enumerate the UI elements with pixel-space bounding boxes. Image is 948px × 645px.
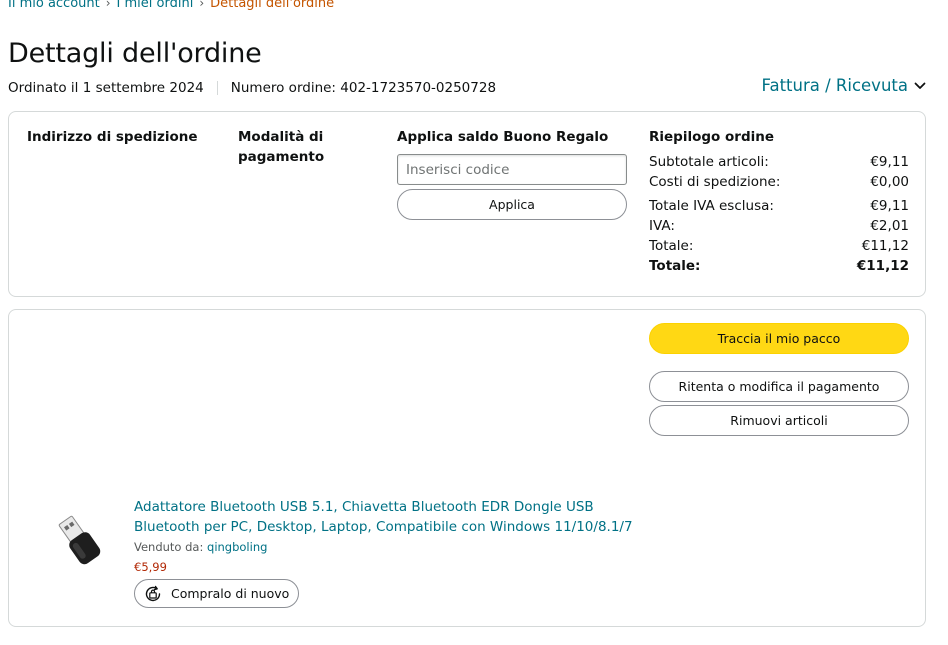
summary-value: €0,00 <box>870 174 909 190</box>
payment-method-heading: Modalità di pagamento <box>238 129 325 165</box>
summary-label: Costi di spedizione: <box>649 174 781 190</box>
order-meta: Ordinato il 1 settembre 2024 Numero ordi… <box>8 80 496 96</box>
item-price: €5,99 <box>134 560 167 574</box>
summary-label: IVA: <box>649 218 675 234</box>
gift-card-code-input[interactable] <box>397 154 627 185</box>
order-summary-heading: Riepilogo ordine <box>649 129 775 145</box>
usb-dongle-icon[interactable] <box>49 510 109 570</box>
buy-again-icon <box>145 585 161 601</box>
seller-link[interactable]: qingboling <box>207 540 267 554</box>
apply-gift-card-button[interactable]: Applica <box>397 189 627 220</box>
invoice-link[interactable]: Fattura / Ricevuta <box>761 76 926 95</box>
summary-row-total-excl-vat: Totale IVA esclusa: €9,11 <box>649 196 909 216</box>
summary-value: €11,12 <box>856 258 909 274</box>
breadcrumb-separator: › <box>105 0 111 10</box>
summary-row-subtotal: Subtotale articoli: €9,11 <box>649 152 909 172</box>
summary-row-vat: IVA: €2,01 <box>649 216 909 236</box>
page-title: Dettagli dell'ordine <box>8 38 262 69</box>
summary-row-total: Totale: €11,12 <box>649 236 909 256</box>
summary-value: €11,12 <box>861 238 909 254</box>
summary-row-grand-total: Totale: €11,12 <box>649 256 909 276</box>
divider <box>216 81 218 95</box>
product-title-line: Bluetooth per PC, Desktop, Laptop, Compa… <box>134 519 633 535</box>
order-details-panel: Indirizzo di spedizione Modalità di paga… <box>8 111 926 297</box>
summary-row-shipping: Costi di spedizione: €0,00 <box>649 172 909 192</box>
buy-again-label: Compralo di nuovo <box>171 586 290 601</box>
summary-label: Totale: <box>649 238 694 254</box>
breadcrumb-my-orders[interactable]: I miei ordini <box>117 0 194 11</box>
summary-value: €9,11 <box>870 198 909 214</box>
chevron-down-icon <box>914 82 926 89</box>
remove-items-button[interactable]: Rimuovi articoli <box>649 405 909 436</box>
retry-payment-button[interactable]: Ritenta o modifica il pagamento <box>649 371 909 402</box>
track-package-button[interactable]: Traccia il mio pacco <box>649 323 909 354</box>
shipping-address-heading: Indirizzo di spedizione <box>27 129 198 145</box>
product-title-link[interactable]: Adattatore Bluetooth USB 5.1, Chiavetta … <box>134 497 634 537</box>
summary-value: €2,01 <box>870 218 909 234</box>
summary-label: Subtotale articoli: <box>649 154 769 170</box>
shipment-panel: Traccia il mio pacco Ritenta o modifica … <box>8 309 926 627</box>
breadcrumb-separator: › <box>199 0 205 10</box>
summary-label: Totale: <box>649 258 701 274</box>
order-number: Numero ordine: 402-1723570-0250728 <box>230 80 497 96</box>
breadcrumb-my-account[interactable]: Il mio account <box>8 0 100 11</box>
invoice-link-label: Fattura / Ricevuta <box>761 76 908 95</box>
product-title-line: Adattatore Bluetooth USB 5.1, Chiavetta … <box>134 499 594 515</box>
order-summary: Subtotale articoli: €9,11 Costi di spedi… <box>649 152 909 276</box>
breadcrumb-current: Dettagli dell'ordine <box>210 0 335 11</box>
gift-card-heading: Applica saldo Buono Regalo <box>397 129 609 145</box>
breadcrumb: Il mio account › I miei ordini › Dettagli de… <box>8 0 334 11</box>
summary-value: €9,11 <box>870 154 909 170</box>
seller-info: Venduto da: qingboling <box>134 540 267 554</box>
seller-label: Venduto da: <box>134 540 204 554</box>
order-date: Ordinato il 1 settembre 2024 <box>8 80 204 96</box>
buy-again-button[interactable]: Compralo di nuovo <box>134 579 299 608</box>
summary-label: Totale IVA esclusa: <box>649 198 774 214</box>
